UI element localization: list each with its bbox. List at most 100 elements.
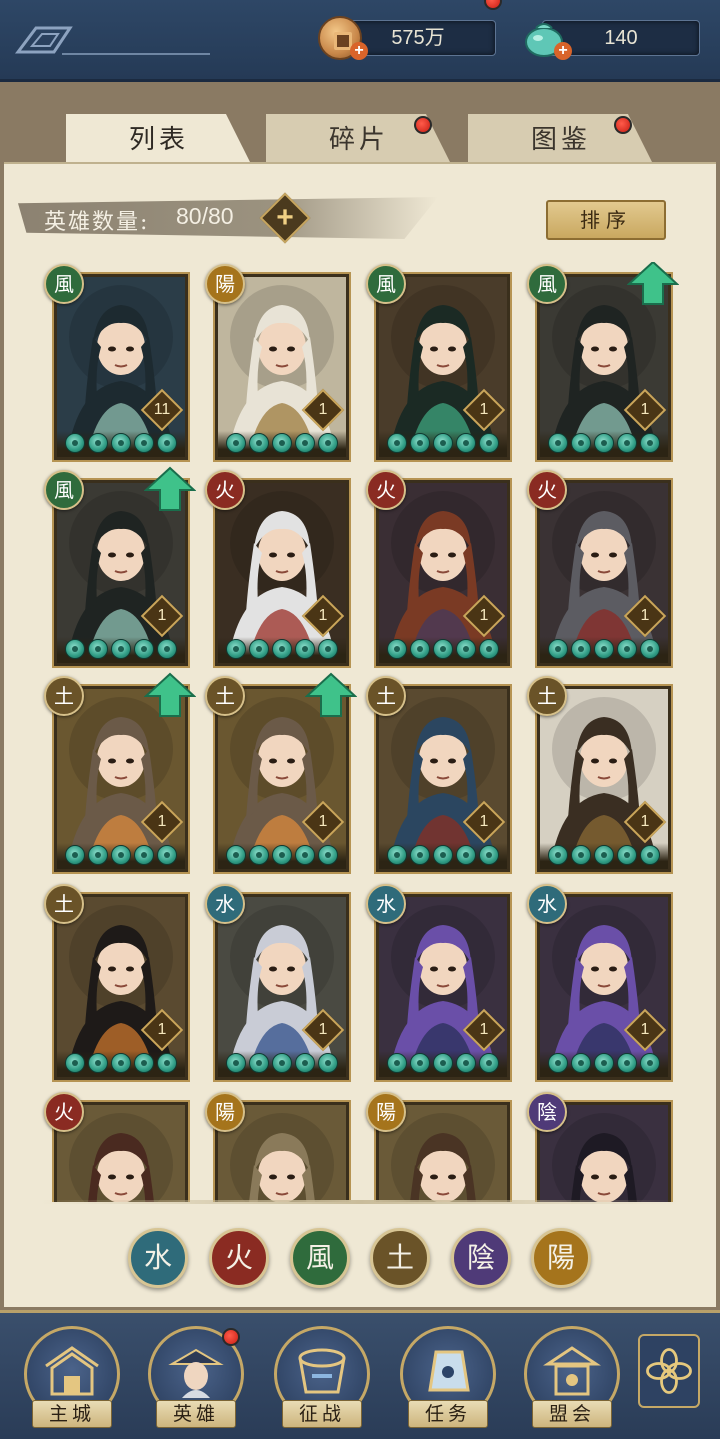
earth-element-icon: 土 — [366, 676, 406, 716]
yang-element-icon: 陽 — [366, 1092, 406, 1132]
water-element-icon: 水 — [205, 884, 245, 924]
star-gem-icon — [295, 639, 315, 659]
hero-count-label: 英雄数量: — [44, 210, 150, 235]
hero-card[interactable]: 1 — [374, 272, 512, 462]
coin-resource[interactable]: 575万 + — [318, 0, 502, 60]
hero-card[interactable]: 1 — [374, 684, 512, 874]
star-gems — [379, 843, 507, 869]
filter-wind-button[interactable]: 風 — [290, 1228, 350, 1288]
hero-portrait — [379, 897, 507, 1077]
star-gems — [218, 637, 346, 663]
hero-portrait — [379, 689, 507, 869]
upgrade-arrow-icon — [144, 466, 196, 511]
star-gem-icon — [410, 639, 430, 659]
hero-card[interactable]: 1 — [213, 272, 351, 462]
hero-level: 1 — [318, 401, 328, 418]
jade-resource[interactable]: 140 + — [522, 20, 700, 60]
nav-hero-portrait-button[interactable]: 英雄 — [148, 1326, 244, 1432]
star-gem-icon — [479, 639, 499, 659]
earth-element-icon: 土 — [527, 676, 567, 716]
star-gem-icon — [157, 639, 177, 659]
star-gem-icon — [318, 1053, 338, 1073]
star-gem-icon — [134, 845, 154, 865]
star-gem-icon — [387, 1053, 407, 1073]
star-gem-icon — [617, 433, 637, 453]
star-gem-icon — [640, 1053, 660, 1073]
star-gem-icon — [272, 845, 292, 865]
hero-portrait-icon — [168, 1348, 224, 1398]
star-gem-icon — [387, 433, 407, 453]
star-gems — [57, 843, 185, 869]
hero-level: 1 — [640, 607, 650, 624]
city-gate-icon — [45, 1346, 99, 1396]
hero-level: 1 — [479, 401, 489, 418]
star-gems — [379, 637, 507, 663]
hero-card[interactable]: 1 — [52, 892, 190, 1082]
star-gem-icon — [318, 845, 338, 865]
hero-level: 11 — [153, 401, 171, 418]
star-gem-icon — [640, 845, 660, 865]
earth-element-icon: 土 — [44, 676, 84, 716]
star-gems — [218, 843, 346, 869]
hero-card[interactable]: 1 — [535, 684, 673, 874]
add-coin-icon[interactable]: + — [350, 42, 368, 60]
upgrade-arrow-icon — [305, 672, 357, 717]
nav-label: 英雄 — [156, 1400, 236, 1428]
star-gem-icon — [65, 845, 85, 865]
hero-card[interactable]: 1 — [213, 892, 351, 1082]
tab-list[interactable]: 列表 — [66, 114, 252, 166]
star-gems — [379, 1051, 507, 1077]
top-divider-line — [62, 53, 210, 55]
hero-panel: 列表 碎片 图鉴 英雄数量: 80/80 + 排序 11 風 1 陽 1 風 1… — [0, 82, 720, 1310]
filter-fire-button[interactable]: 火 — [209, 1228, 269, 1288]
hero-level: 1 — [640, 401, 650, 418]
star-gem-icon — [88, 845, 108, 865]
codex-badge — [614, 116, 632, 134]
hero-card[interactable]: 1 — [213, 478, 351, 668]
star-gem-icon — [640, 433, 660, 453]
star-gem-icon — [226, 1053, 246, 1073]
star-gem-icon — [548, 845, 568, 865]
filter-earth-button[interactable]: 土 — [370, 1228, 430, 1288]
star-gem-icon — [134, 433, 154, 453]
hero-card[interactable]: 11 — [52, 272, 190, 462]
hero-card[interactable]: 1 — [535, 478, 673, 668]
star-gem-icon — [571, 639, 591, 659]
hero-level: 1 — [318, 607, 328, 624]
star-gems — [540, 637, 668, 663]
filter-water-button[interactable]: 水 — [128, 1228, 188, 1288]
hero-portrait — [540, 897, 668, 1077]
star-gem-icon — [134, 1053, 154, 1073]
star-gem-icon — [617, 639, 637, 659]
star-gem-icon — [387, 639, 407, 659]
hero-card[interactable]: 1 — [535, 892, 673, 1082]
star-gem-icon — [571, 1053, 591, 1073]
star-gem-icon — [88, 639, 108, 659]
filter-yang-button[interactable]: 陽 — [531, 1228, 591, 1288]
nav-city-gate-button[interactable]: 主城 — [24, 1326, 120, 1432]
star-gems — [218, 431, 346, 457]
star-gems — [57, 431, 185, 457]
star-gem-icon — [157, 1053, 177, 1073]
fire-element-icon: 火 — [44, 1092, 84, 1132]
filter-yin-button[interactable]: 陰 — [451, 1228, 511, 1288]
more-menu-button[interactable] — [638, 1334, 700, 1408]
hero-card[interactable]: 1 — [374, 478, 512, 668]
hero-card[interactable]: 1 — [374, 892, 512, 1082]
nav-guild-hall-button[interactable]: 盟会 — [524, 1326, 620, 1432]
hero-level: 1 — [479, 1021, 489, 1038]
add-jade-icon[interactable]: + — [554, 42, 572, 60]
star-gem-icon — [249, 1053, 269, 1073]
guild-hall-icon — [543, 1346, 601, 1396]
star-gem-icon — [88, 433, 108, 453]
nav-battle-drum-button[interactable]: 征战 — [274, 1326, 370, 1432]
nav-task-bell-button[interactable]: 任务 — [400, 1326, 496, 1432]
water-element-icon: 水 — [366, 884, 406, 924]
battle-drum-icon — [298, 1348, 346, 1394]
star-gem-icon — [456, 845, 476, 865]
star-gem-icon — [410, 433, 430, 453]
star-gems — [218, 1051, 346, 1077]
star-gem-icon — [249, 639, 269, 659]
star-gem-icon — [295, 433, 315, 453]
sort-button[interactable]: 排序 — [546, 200, 666, 240]
